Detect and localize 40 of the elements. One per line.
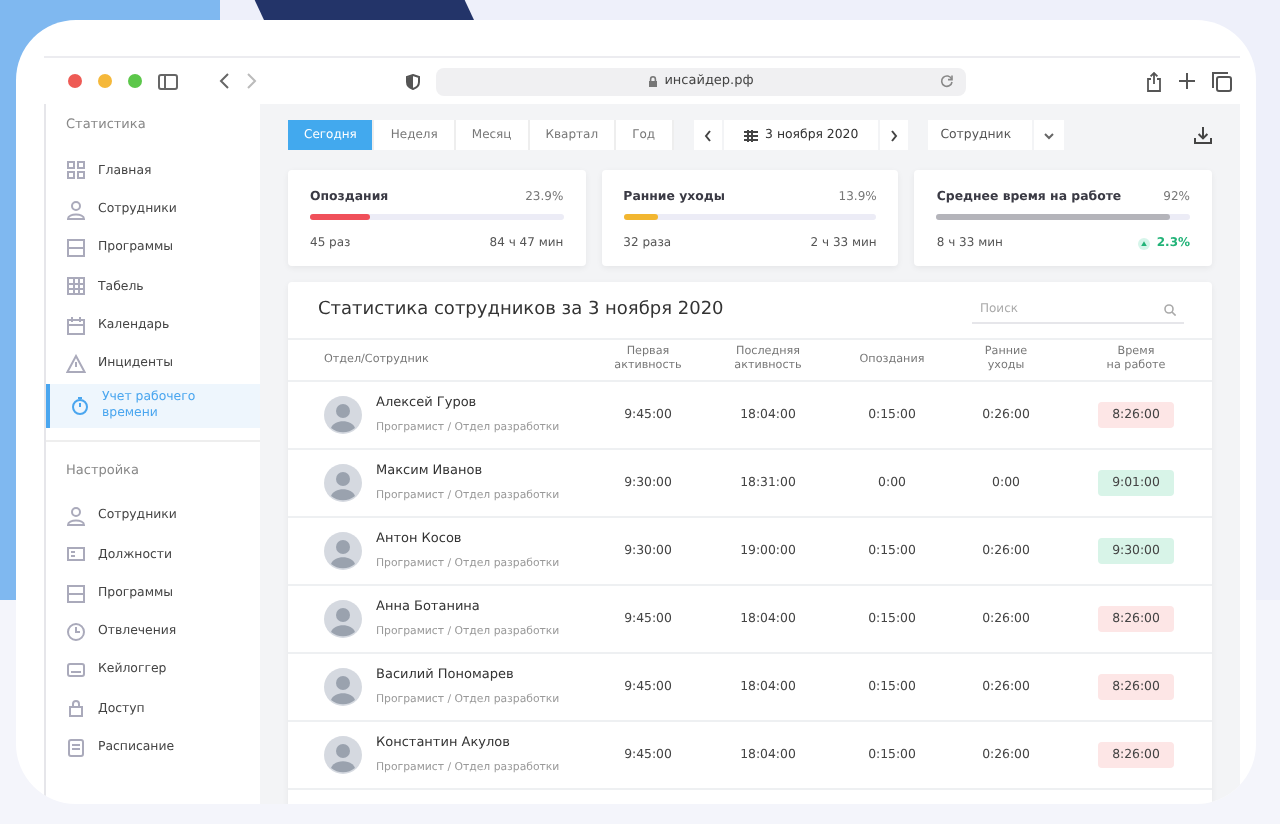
avatar-icon xyxy=(324,668,362,707)
window-control-button[interactable] xyxy=(68,74,82,88)
keyboard-icon xyxy=(66,660,86,681)
list-icon xyxy=(66,237,86,258)
tabs-icon[interactable] xyxy=(1212,71,1232,91)
lock-icon xyxy=(66,698,86,719)
back-icon[interactable] xyxy=(218,72,230,90)
chevron-left-icon xyxy=(703,129,712,141)
stopwatch-icon xyxy=(70,395,90,416)
download-icon[interactable] xyxy=(1194,126,1212,144)
id-card-icon xyxy=(66,544,86,565)
lock-icon xyxy=(648,75,659,87)
reload-icon[interactable] xyxy=(940,73,954,87)
search-icon xyxy=(1164,303,1176,316)
avatar-icon xyxy=(324,600,362,639)
clock-icon xyxy=(66,621,86,642)
calendar-icon xyxy=(743,129,758,141)
up-arrow-icon xyxy=(1138,237,1151,250)
previous-button[interactable] xyxy=(693,120,722,150)
table-icon xyxy=(66,276,86,297)
plus-icon[interactable] xyxy=(1178,72,1196,90)
avatar-icon xyxy=(324,464,362,503)
shield-icon xyxy=(406,73,420,89)
chevron-down-icon xyxy=(1044,131,1055,139)
document-icon xyxy=(66,737,86,758)
avatar-icon xyxy=(324,532,362,571)
next-button[interactable] xyxy=(880,120,909,150)
person-icon xyxy=(66,505,86,526)
calendar-icon xyxy=(66,315,86,336)
avatar-icon xyxy=(324,736,362,775)
grid-icon xyxy=(66,160,86,181)
avatar-icon xyxy=(324,396,362,435)
person-icon xyxy=(66,199,86,220)
list-icon xyxy=(66,583,86,604)
table-title: Статистика сотрудников за 3 ноября 2020 xyxy=(318,297,724,324)
sidebar-toggle-icon[interactable] xyxy=(158,73,178,89)
warning-icon xyxy=(66,353,86,374)
share-icon[interactable] xyxy=(1146,71,1162,91)
dropdown-toggle-button[interactable] xyxy=(1034,120,1065,150)
chevron-right-icon xyxy=(890,129,899,141)
